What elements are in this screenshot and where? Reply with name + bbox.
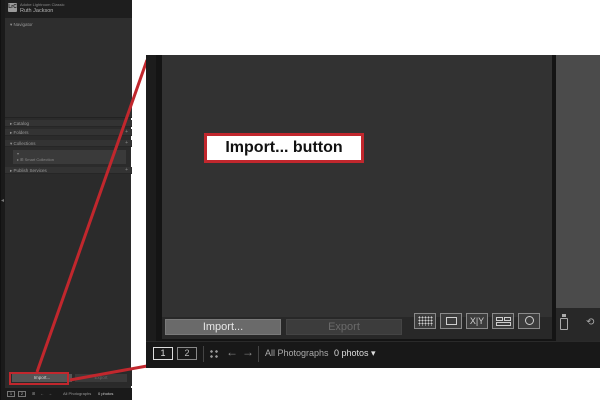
navigator-label[interactable]: ▾ Navigator [10,22,33,28]
publish-services-panel[interactable]: ▸ Publish Services + [5,167,132,174]
page-1-button[interactable]: 1 [153,347,173,360]
import-button-small[interactable]: Import... [12,374,72,382]
inset-edge-bar [146,55,156,368]
divider [203,346,204,362]
grid-view-icon[interactable]: ⊞ [32,391,35,396]
callout-label: Import... button [204,133,364,163]
app-name: Adobe Lightroom Classic [20,2,65,7]
partial-tool-icon[interactable]: ⟲ [586,317,594,328]
navigator-panel: ▾ Navigator [5,18,132,118]
spray-can-icon[interactable] [560,314,568,330]
people-view-icon[interactable] [518,313,540,329]
export-button-small[interactable]: Export [75,374,127,382]
grid-view-icon[interactable] [209,349,219,359]
divider [258,346,259,362]
collapse-arrow-icon[interactable]: ◂ [1,198,5,204]
forward-arrow-icon[interactable]: → [242,345,254,359]
page-1-button-small[interactable]: 1 [7,391,15,397]
filmstrip-bar-small: 1 2 ⊞ ← → All Photographs 0 photos [5,388,132,400]
source-label-small[interactable]: All Photographs [63,391,91,396]
add-folder-icon[interactable]: + [125,129,128,135]
forward-arrow-icon[interactable]: → [48,391,52,396]
zoomed-inset: Import... Export X|Y ⟲ 1 2 ← → All Photo… [146,55,600,368]
grid-view-icon[interactable] [414,313,436,329]
back-arrow-icon[interactable]: ← [226,345,238,359]
folders-panel[interactable]: ▸ Folders + [5,129,132,136]
import-export-bar: Import... Export [5,370,132,386]
user-name: Ruth Jackson [20,8,54,14]
compare-view-icon[interactable]: X|Y [466,313,488,329]
photo-count-dropdown[interactable]: 0 photos ▾ [334,348,376,359]
left-panel-area [162,55,552,317]
page-2-button-small[interactable]: 2 [18,391,26,397]
loupe-view-icon[interactable] [440,313,462,329]
identity-plate: LrC Adobe Lightroom Classic Ruth Jackson [5,0,132,18]
import-button[interactable]: Import... [165,319,281,335]
tutorial-canvas: ◂ LrC Adobe Lightroom Classic Ruth Jacks… [0,0,600,400]
catalog-panel[interactable]: ▸ Catalog [5,120,132,127]
collections-list: ▾ ▸ ⊞ Smart Collection [13,150,126,164]
photo-viewer-area [556,55,600,308]
back-arrow-icon[interactable]: ← [40,391,44,396]
collections-panel[interactable]: ▾ Collections + [5,140,132,147]
source-label[interactable]: All Photographs [265,348,329,358]
export-button[interactable]: Export [286,319,402,335]
collection-item[interactable]: ▸ ⊞ Smart Collection [17,157,54,162]
add-service-icon[interactable]: + [125,167,128,173]
filmstrip-bar: 1 2 ← → All Photographs 0 photos ▾ [146,341,600,368]
lightroom-thumbnail: ◂ LrC Adobe Lightroom Classic Ruth Jacks… [0,0,132,400]
photo-count-small[interactable]: 0 photos [98,391,113,396]
survey-view-icon[interactable] [492,313,514,329]
filter-row: ▾ [17,151,20,156]
add-collection-icon[interactable]: + [125,140,128,146]
page-2-button[interactable]: 2 [177,347,197,360]
lightroom-logo: LrC [8,3,17,12]
